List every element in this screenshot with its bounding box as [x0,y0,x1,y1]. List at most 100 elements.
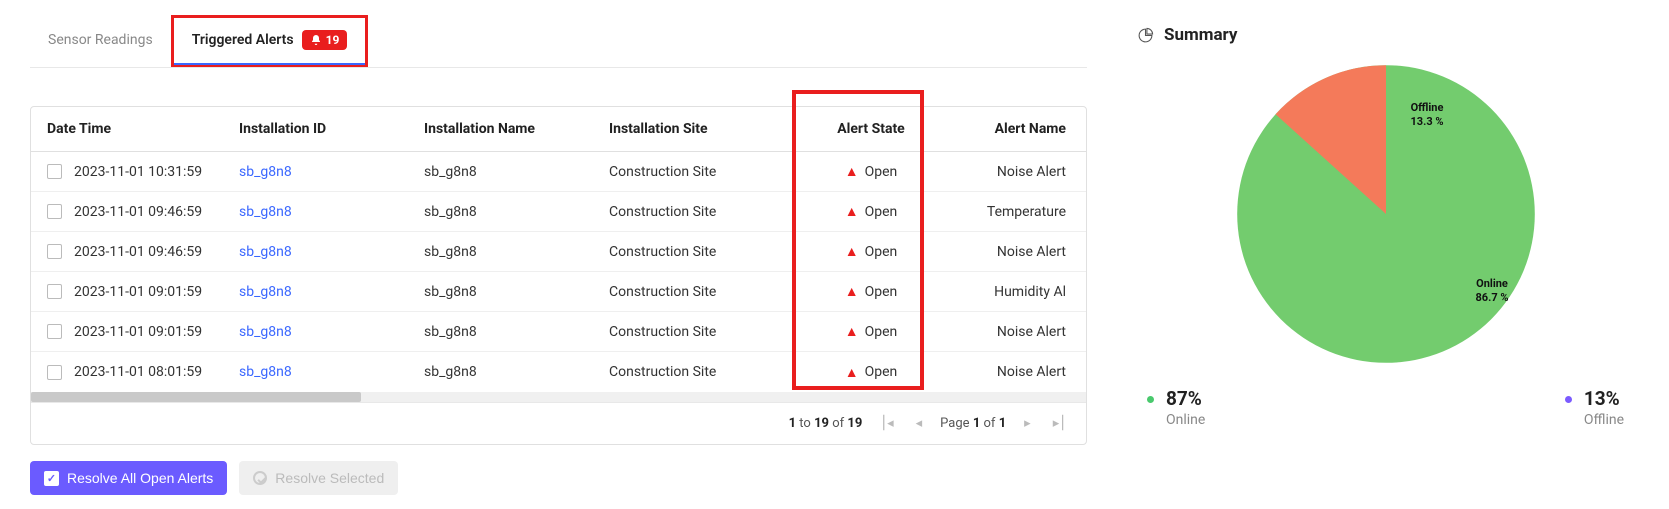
cell-installation-site: Construction Site [601,204,786,220]
cell-alert-state: ▲Open [786,243,956,260]
resolve-all-button[interactable]: ✓ Resolve All Open Alerts [30,461,227,495]
row-checkbox[interactable] [47,204,62,219]
check-icon: ✓ [44,471,59,486]
installation-id-link[interactable]: sb_g8n8 [239,204,292,220]
warning-icon: ▲ [845,203,859,220]
warning-icon: ▲ [845,323,859,340]
table-row[interactable]: 2023-11-01 09:01:59sb_g8n8sb_g8n8Constru… [31,312,1086,352]
col-header-alert-name[interactable]: Alert Name [956,121,1086,137]
cell-alert-state: ▲Open [786,203,956,220]
dot-icon [1565,396,1572,403]
cell-installation-name: sb_g8n8 [416,244,601,260]
summary-heading: Summary [1137,25,1634,45]
cell-installation-site: Construction Site [601,364,786,380]
cell-installation-name: sb_g8n8 [416,324,601,340]
cell-alert-state: ▲Open [786,163,956,180]
stat-value: 13% [1584,387,1624,410]
cell-alert-state: ▲Open [786,283,956,300]
warning-icon: ▲ [845,364,859,381]
dot-icon [1147,396,1154,403]
check-circle-icon [253,471,267,485]
cell-alert-name: Noise Alert [956,324,1086,340]
cell-installation-name: sb_g8n8 [416,164,601,180]
tab-triggered-alerts[interactable]: Triggered Alerts 19 [171,15,369,67]
horizontal-scrollbar[interactable] [31,392,1086,402]
installation-id-link[interactable]: sb_g8n8 [239,284,292,300]
table-row[interactable]: 2023-11-01 09:46:59sb_g8n8sb_g8n8Constru… [31,192,1086,232]
warning-icon: ▲ [845,163,859,180]
cell-installation-name: sb_g8n8 [416,364,601,380]
col-header-installation-id[interactable]: Installation ID [231,121,416,137]
alerts-table: Date Time Installation ID Installation N… [30,106,1087,445]
table-row[interactable]: 2023-11-01 09:46:59sb_g8n8sb_g8n8Constru… [31,232,1086,272]
stat-label: Online [1166,412,1205,428]
button-label: Resolve All Open Alerts [67,470,213,486]
cell-datetime: 2023-11-01 09:01:59 [74,284,202,300]
installation-id-link[interactable]: sb_g8n8 [239,324,292,340]
col-header-installation-name[interactable]: Installation Name [416,121,601,137]
pagination-page: Page 1 of 1 [940,416,1006,431]
cell-datetime: 2023-11-01 08:01:59 [74,364,202,380]
pie-chart-icon [1137,27,1154,44]
tabs-bar: Sensor Readings Triggered Alerts 19 [30,15,1087,68]
action-bar: ✓ Resolve All Open Alerts Resolve Select… [30,461,1087,495]
pagination-range: 1 to 19 of 19 [789,416,863,431]
pagination-first-icon[interactable]: ⎮◂ [876,414,897,433]
cell-installation-name: sb_g8n8 [416,204,601,220]
cell-installation-site: Construction Site [601,164,786,180]
installation-id-link[interactable]: sb_g8n8 [239,244,292,260]
cell-installation-name: sb_g8n8 [416,284,601,300]
cell-datetime: 2023-11-01 09:01:59 [74,324,202,340]
pagination-next-icon[interactable]: ▸ [1020,414,1035,433]
row-checkbox[interactable] [47,164,62,179]
table-header-row: Date Time Installation ID Installation N… [31,107,1086,152]
stat-value: 87% [1166,387,1205,410]
installation-id-link[interactable]: sb_g8n8 [239,364,292,380]
cell-datetime: 2023-11-01 10:31:59 [74,164,202,180]
warning-icon: ▲ [845,243,859,260]
status-pie-chart: Offline 13.3 % Online 86.7 % [1231,59,1541,369]
row-checkbox[interactable] [47,324,62,339]
col-header-datetime[interactable]: Date Time [31,121,231,137]
tab-label: Triggered Alerts [192,32,294,48]
table-row[interactable]: 2023-11-01 08:01:59sb_g8n8sb_g8n8Constru… [31,352,1086,392]
tab-sensor-readings[interactable]: Sensor Readings [30,20,171,62]
cell-installation-site: Construction Site [601,244,786,260]
row-checkbox[interactable] [47,365,62,380]
tab-label: Sensor Readings [48,32,153,48]
pie-label-offline: Offline 13.3 % [1411,101,1444,130]
cell-alert-name: Noise Alert [956,164,1086,180]
cell-datetime: 2023-11-01 09:46:59 [74,204,202,220]
stat-offline: 13% Offline [1565,387,1624,428]
col-header-alert-state[interactable]: Alert State [786,121,956,137]
cell-alert-state: ▲Open [786,323,956,340]
cell-alert-name: Humidity Al [956,284,1086,300]
badge-count: 19 [326,33,340,47]
row-checkbox[interactable] [47,284,62,299]
cell-installation-site: Construction Site [601,284,786,300]
cell-alert-name: Noise Alert [956,244,1086,260]
installation-id-link[interactable]: sb_g8n8 [239,164,292,180]
row-checkbox[interactable] [47,244,62,259]
table-row[interactable]: 2023-11-01 09:01:59sb_g8n8sb_g8n8Constru… [31,272,1086,312]
stat-label: Offline [1584,412,1624,428]
table-row[interactable]: 2023-11-01 10:31:59sb_g8n8sb_g8n8Constru… [31,152,1086,192]
col-header-installation-site[interactable]: Installation Site [601,121,786,137]
pagination-prev-icon[interactable]: ◂ [912,414,927,433]
summary-stats: 87% Online 13% Offline [1137,387,1634,428]
pagination-last-icon[interactable]: ▸⎮ [1049,414,1070,433]
cell-alert-state: ▲Open [786,364,956,381]
warning-icon: ▲ [845,283,859,300]
cell-alert-name: Noise Alert [956,364,1086,380]
pagination-bar: 1 to 19 of 19 ⎮◂ ◂ Page 1 of 1 ▸ ▸⎮ [31,402,1086,444]
bell-icon [310,34,322,46]
scrollbar-thumb[interactable] [31,392,361,402]
stat-online: 87% Online [1147,387,1205,428]
resolve-selected-button: Resolve Selected [239,461,398,495]
cell-datetime: 2023-11-01 09:46:59 [74,244,202,260]
cell-installation-site: Construction Site [601,324,786,340]
summary-title: Summary [1164,25,1237,45]
cell-alert-name: Temperature [956,204,1086,220]
pie-label-online: Online 86.7 % [1476,277,1509,306]
alerts-count-badge: 19 [302,30,348,50]
